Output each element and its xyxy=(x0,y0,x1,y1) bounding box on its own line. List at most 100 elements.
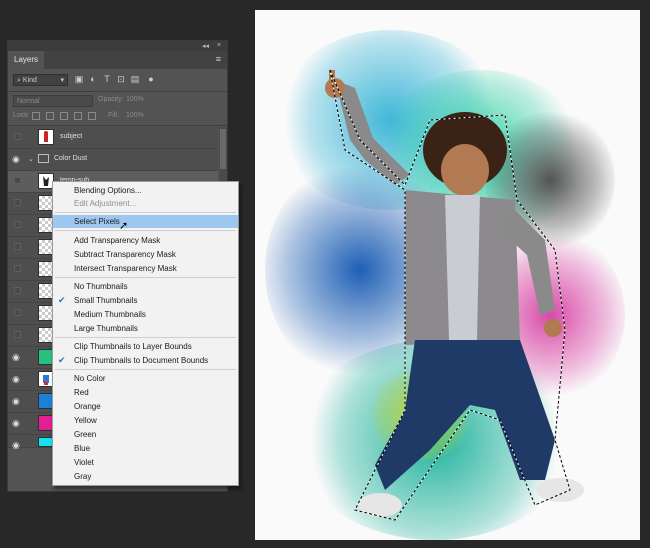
visibility-toggle[interactable] xyxy=(14,243,21,250)
adjustment-layer-filter-icon[interactable]: ◐ xyxy=(88,74,98,84)
opacity-value[interactable]: 100% xyxy=(126,96,144,103)
filter-row: ⌕ Kind ▾ ▣ ◐ T ⊡ ▤ ● xyxy=(8,71,227,90)
menu-item-label: Violet xyxy=(74,458,94,467)
collapse-panel-button[interactable]: ◂◂ xyxy=(202,42,209,50)
visibility-toggle[interactable] xyxy=(14,309,21,316)
menu-item-label: Green xyxy=(74,430,97,439)
eye-icon[interactable]: ◉ xyxy=(12,440,22,450)
menu-item-label: No Color xyxy=(74,374,106,383)
checkmark-icon: ✔ xyxy=(58,355,66,365)
eye-icon[interactable]: ◉ xyxy=(12,154,22,164)
menu-item-edit-adjustment: Edit Adjustment... xyxy=(53,197,238,210)
panel-tab-row: Layers ≡ xyxy=(8,51,227,69)
shape-layer-filter-icon[interactable]: ⊡ xyxy=(116,74,126,84)
lock-transparent-icon[interactable] xyxy=(32,112,40,120)
menu-item-label: Clip Thumbnails to Layer Bounds xyxy=(74,342,192,351)
menu-item-label: Clip Thumbnails to Document Bounds xyxy=(74,356,209,365)
layer-name: Color Dust xyxy=(54,155,88,162)
visibility-toggle[interactable] xyxy=(14,199,21,206)
menu-item-label: Add Transparency Mask xyxy=(74,236,161,245)
opacity-label: Opacity: xyxy=(98,96,124,103)
menu-item-label: Orange xyxy=(74,402,101,411)
menu-separator xyxy=(55,212,236,213)
menu-item-red[interactable]: Red xyxy=(53,386,238,399)
panel-title-bar: ◂◂ × xyxy=(8,41,227,51)
visibility-toggle[interactable] xyxy=(14,221,21,228)
folder-icon xyxy=(38,154,49,163)
menu-separator xyxy=(55,230,236,231)
eye-icon[interactable]: ◉ xyxy=(12,396,22,406)
divider xyxy=(8,125,227,126)
lock-artboard-icon[interactable] xyxy=(74,112,82,120)
type-layer-filter-icon[interactable]: T xyxy=(102,74,112,84)
menu-item-label: Subtract Transparency Mask xyxy=(74,250,176,259)
filter-toggle-icon[interactable]: ● xyxy=(146,74,156,84)
chevron-down-icon: ▾ xyxy=(60,77,64,84)
smart-object-filter-icon[interactable]: ▤ xyxy=(130,74,140,84)
menu-item-no-color[interactable]: No Color xyxy=(53,372,238,385)
fill-label: Fill: xyxy=(108,112,119,119)
chevron-down-icon[interactable]: ⌄ xyxy=(28,155,34,163)
menu-item-label: Intersect Transparency Mask xyxy=(74,264,177,273)
checkmark-icon: ✔ xyxy=(58,295,66,305)
menu-item-label: Small Thumbnails xyxy=(74,296,138,305)
visibility-toggle[interactable] xyxy=(14,287,21,294)
menu-item-intersect-transparency-mask[interactable]: Intersect Transparency Mask xyxy=(53,262,238,275)
layer-row[interactable]: subject xyxy=(8,127,218,149)
menu-item-subtract-transparency-mask[interactable]: Subtract Transparency Mask xyxy=(53,248,238,261)
subject-figure xyxy=(325,69,584,521)
menu-item-violet[interactable]: Violet xyxy=(53,456,238,469)
pixel-layer-filter-icon[interactable]: ▣ xyxy=(74,74,84,84)
document-canvas[interactable] xyxy=(255,10,640,540)
menu-item-label: Gray xyxy=(74,472,92,481)
menu-item-label: Blending Options... xyxy=(74,186,142,195)
menu-item-green[interactable]: Green xyxy=(53,428,238,441)
menu-item-label: Blue xyxy=(74,444,91,453)
menu-item-label: Edit Adjustment... xyxy=(74,199,137,208)
menu-item-clip-layer-bounds[interactable]: Clip Thumbnails to Layer Bounds xyxy=(53,340,238,353)
eye-icon[interactable]: ◉ xyxy=(12,418,22,428)
menu-item-large-thumbnails[interactable]: Large Thumbnails xyxy=(53,322,238,335)
menu-item-no-thumbnails[interactable]: No Thumbnails xyxy=(53,280,238,293)
lock-all-icon[interactable] xyxy=(88,112,96,120)
menu-item-label: Red xyxy=(74,388,89,397)
menu-item-select-pixels[interactable]: Select Pixels xyxy=(53,215,238,228)
close-panel-button[interactable]: × xyxy=(217,42,221,49)
menu-separator xyxy=(55,337,236,338)
scrollbar-thumb[interactable] xyxy=(220,129,226,169)
blend-mode-select[interactable]: Normal xyxy=(13,95,93,107)
layer-thumbnail-context-menu: Blending Options... Edit Adjustment... S… xyxy=(52,181,239,486)
menu-item-blue[interactable]: Blue xyxy=(53,442,238,455)
filter-kind-select[interactable]: ⌕ Kind ▾ xyxy=(13,74,68,86)
menu-item-blending-options[interactable]: Blending Options... xyxy=(53,184,238,197)
lock-position-icon[interactable] xyxy=(60,112,68,120)
eye-icon[interactable]: ◉ xyxy=(12,374,22,384)
tab-layers[interactable]: Layers xyxy=(8,51,44,69)
visibility-toggle[interactable] xyxy=(14,133,21,140)
pointer-cursor-icon: ➚ xyxy=(119,220,129,232)
filter-kind-label: Kind xyxy=(22,77,37,84)
menu-separator xyxy=(55,277,236,278)
visibility-toggle[interactable] xyxy=(14,331,21,338)
lock-image-icon[interactable] xyxy=(46,112,54,120)
menu-item-orange[interactable]: Orange xyxy=(53,400,238,413)
layer-group-row[interactable]: ◉ ⌄ Color Dust xyxy=(8,149,218,171)
layer-thumbnail xyxy=(38,129,54,145)
lock-label: Lock: xyxy=(13,112,30,119)
visibility-toggle[interactable] xyxy=(14,177,21,184)
fill-value[interactable]: 100% xyxy=(126,112,144,119)
menu-item-yellow[interactable]: Yellow xyxy=(53,414,238,427)
menu-item-label: Large Thumbnails xyxy=(74,324,138,333)
menu-item-add-transparency-mask[interactable]: Add Transparency Mask xyxy=(53,234,238,247)
menu-item-label: No Thumbnails xyxy=(74,282,128,291)
menu-item-small-thumbnails[interactable]: ✔ Small Thumbnails xyxy=(53,294,238,307)
eye-icon[interactable]: ◉ xyxy=(12,352,22,362)
menu-item-gray[interactable]: Gray xyxy=(53,470,238,483)
menu-item-label: Medium Thumbnails xyxy=(74,310,146,319)
menu-item-label: Yellow xyxy=(74,416,97,425)
menu-item-clip-document-bounds[interactable]: ✔ Clip Thumbnails to Document Bounds xyxy=(53,354,238,367)
panel-menu-icon[interactable]: ≡ xyxy=(216,54,221,64)
visibility-toggle[interactable] xyxy=(14,265,21,272)
menu-item-medium-thumbnails[interactable]: Medium Thumbnails xyxy=(53,308,238,321)
menu-item-label: Select Pixels xyxy=(74,217,120,226)
